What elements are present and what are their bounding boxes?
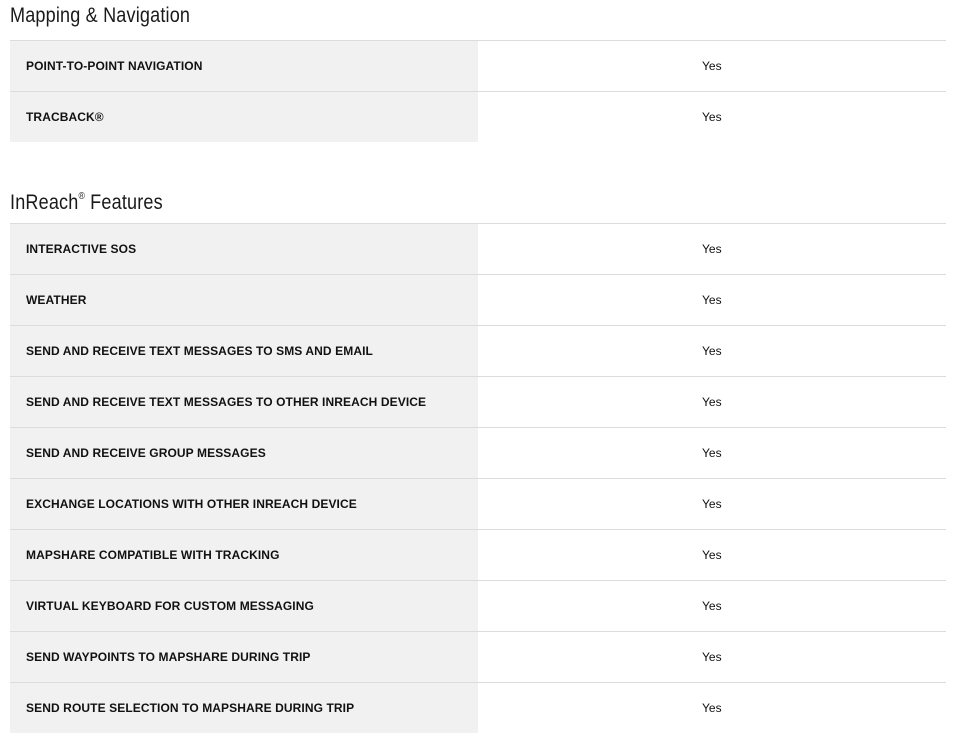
spec-label: SEND AND RECEIVE TEXT MESSAGES TO OTHER … bbox=[10, 377, 478, 427]
spec-value: Yes bbox=[702, 242, 722, 256]
spec-row: SEND AND RECEIVE TEXT MESSAGES TO OTHER … bbox=[10, 377, 946, 428]
spec-row: VIRTUAL KEYBOARD FOR CUSTOM MESSAGING Ye… bbox=[10, 581, 946, 632]
spec-label: MAPSHARE COMPATIBLE WITH TRACKING bbox=[10, 530, 478, 580]
spec-value: Yes bbox=[702, 599, 722, 613]
spec-row: POINT-TO-POINT NAVIGATION Yes bbox=[10, 41, 946, 92]
registered-mark: ® bbox=[78, 191, 85, 202]
spec-value: Yes bbox=[702, 59, 722, 73]
section-title-text: InReach bbox=[10, 191, 79, 214]
spec-row: MAPSHARE COMPATIBLE WITH TRACKING Yes bbox=[10, 530, 946, 581]
spec-row: TRACBACK® Yes bbox=[10, 92, 946, 142]
spec-value: Yes bbox=[702, 497, 722, 511]
section-title: InReach® Features bbox=[10, 183, 815, 223]
spec-value: Yes bbox=[702, 446, 722, 460]
spec-label: POINT-TO-POINT NAVIGATION bbox=[10, 41, 478, 91]
spec-label: WEATHER bbox=[10, 275, 478, 325]
spec-label: SEND AND RECEIVE GROUP MESSAGES bbox=[10, 428, 478, 478]
section-title: Mapping & Navigation bbox=[10, 4, 191, 27]
spec-value: Yes bbox=[702, 395, 722, 409]
spec-row: WEATHER Yes bbox=[10, 275, 946, 326]
spec-value: Yes bbox=[702, 650, 722, 664]
mapping-navigation-section: Mapping & Navigation POINT-TO-POINT NAVI… bbox=[10, 0, 946, 142]
spec-row: SEND AND RECEIVE GROUP MESSAGES Yes bbox=[10, 428, 946, 479]
spec-value: Yes bbox=[702, 344, 722, 358]
inreach-features-section: InReach® Features INTERACTIVE SOS Yes WE… bbox=[10, 183, 946, 733]
spec-row: EXCHANGE LOCATIONS WITH OTHER INREACH DE… bbox=[10, 479, 946, 530]
spec-value: Yes bbox=[702, 293, 722, 307]
spec-label: VIRTUAL KEYBOARD FOR CUSTOM MESSAGING bbox=[10, 581, 478, 631]
spec-label: SEND AND RECEIVE TEXT MESSAGES TO SMS AN… bbox=[10, 326, 478, 376]
spec-label: INTERACTIVE SOS bbox=[10, 224, 478, 274]
spec-table: INTERACTIVE SOS Yes WEATHER Yes SEND AND… bbox=[10, 223, 946, 733]
spec-row: SEND AND RECEIVE TEXT MESSAGES TO SMS AN… bbox=[10, 326, 946, 377]
section-title-suffix: Features bbox=[84, 191, 163, 214]
spec-value: Yes bbox=[702, 701, 722, 715]
spec-label: EXCHANGE LOCATIONS WITH OTHER INREACH DE… bbox=[10, 479, 478, 529]
spec-value: Yes bbox=[702, 548, 722, 562]
spec-row: INTERACTIVE SOS Yes bbox=[10, 224, 946, 275]
spec-table: POINT-TO-POINT NAVIGATION Yes TRACBACK® … bbox=[10, 40, 946, 142]
spec-row: SEND WAYPOINTS TO MAPSHARE DURING TRIP Y… bbox=[10, 632, 946, 683]
spec-label: TRACBACK® bbox=[10, 92, 478, 142]
spec-label: SEND ROUTE SELECTION TO MAPSHARE DURING … bbox=[10, 683, 478, 733]
spec-row: SEND ROUTE SELECTION TO MAPSHARE DURING … bbox=[10, 683, 946, 733]
spec-value: Yes bbox=[702, 110, 722, 124]
spec-label: SEND WAYPOINTS TO MAPSHARE DURING TRIP bbox=[10, 632, 478, 682]
